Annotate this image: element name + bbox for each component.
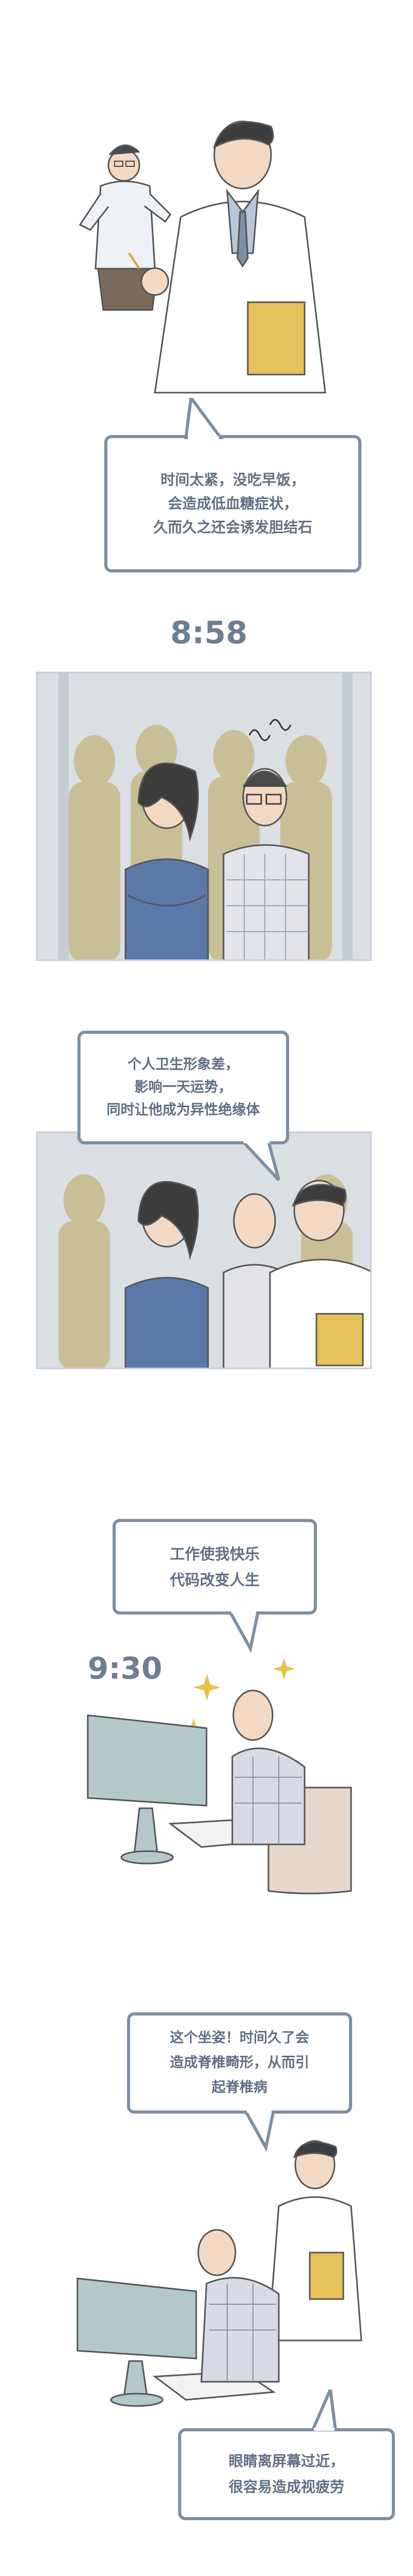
- speech-bubble-4: 这个坐姿！时间久了会 造成脊椎畸形，从而引 起脊椎病: [127, 2012, 352, 2114]
- speech-bubble-1: 时间太紧，没吃早饭， 会造成低血糖症状， 久而久之还会诱发胆结石: [104, 435, 361, 572]
- speech-bubble-5: 眼睛离屏幕过近， 很容易造成视疲劳: [178, 2428, 395, 2520]
- time-label-858: 8:58: [170, 615, 248, 651]
- bubble-1-line-3: 久而久之还会诱发胆结石: [153, 519, 312, 536]
- coder-head: [232, 1689, 274, 1741]
- computer-monitor: [87, 1714, 208, 1807]
- bubble-1-tail: [184, 398, 224, 439]
- subway-doctor-panel: [36, 1131, 372, 1369]
- subway-panel: [36, 672, 372, 961]
- bubble-1-line-1: 时间太紧，没吃早饭，: [160, 471, 305, 488]
- scene-4: [0, 1653, 413, 1922]
- bubble-5-line-1: 眼睛离屏幕过近，: [228, 2453, 344, 2470]
- coder-illustration: [87, 1658, 352, 1895]
- bubble-3-line-2: 代码改变人生: [169, 1571, 260, 1589]
- bubble-2-line-1: 个人卫生形象差，: [128, 1057, 239, 1073]
- speech-bubble-2: 个人卫生形象差， 影响一天运势， 同时让他成为异性绝缘体: [77, 1031, 289, 1144]
- bubble-4-line-2: 造成脊椎畸形，从而引: [170, 2055, 309, 2071]
- scene-1-illustration: [78, 120, 326, 394]
- bubble-5-tail: [310, 2389, 338, 2431]
- posture-illustration: [76, 2140, 362, 2407]
- folder: [309, 2252, 344, 2300]
- bubble-4-line-3: 起脊椎病: [212, 2080, 267, 2096]
- computer-monitor-2: [76, 2277, 197, 2360]
- coder-head-2: [197, 2229, 236, 2276]
- subway-illustration: [38, 673, 370, 959]
- speech-bubble-3: 工作使我快乐 代码改变人生: [113, 1519, 317, 1615]
- bubble-3-line-1: 工作使我快乐: [169, 1545, 260, 1563]
- bubble-3-tail: [228, 1611, 260, 1653]
- bubble-1-line-2: 会造成低血糖症状，: [167, 495, 298, 512]
- scene-1: 时间太紧，没吃早饭， 会造成低血糖症状， 久而久之还会诱发胆结石: [0, 0, 413, 572]
- bubble-2-line-2: 影响一天运势，: [134, 1079, 232, 1095]
- bubble-4-line-1: 这个坐姿！时间久了会: [170, 2030, 309, 2046]
- scene-5: [0, 2129, 413, 2449]
- bubble-2-line-3: 同时让他成为异性绝缘体: [106, 1102, 260, 1118]
- subway-doctor-illustration: [38, 1133, 370, 1368]
- coder-shirt: [231, 1747, 306, 1845]
- bubble-5-line-2: 很容易造成视疲劳: [228, 2478, 344, 2495]
- doctor-figure: [128, 120, 326, 394]
- bubble-2-tail: [240, 1141, 280, 1182]
